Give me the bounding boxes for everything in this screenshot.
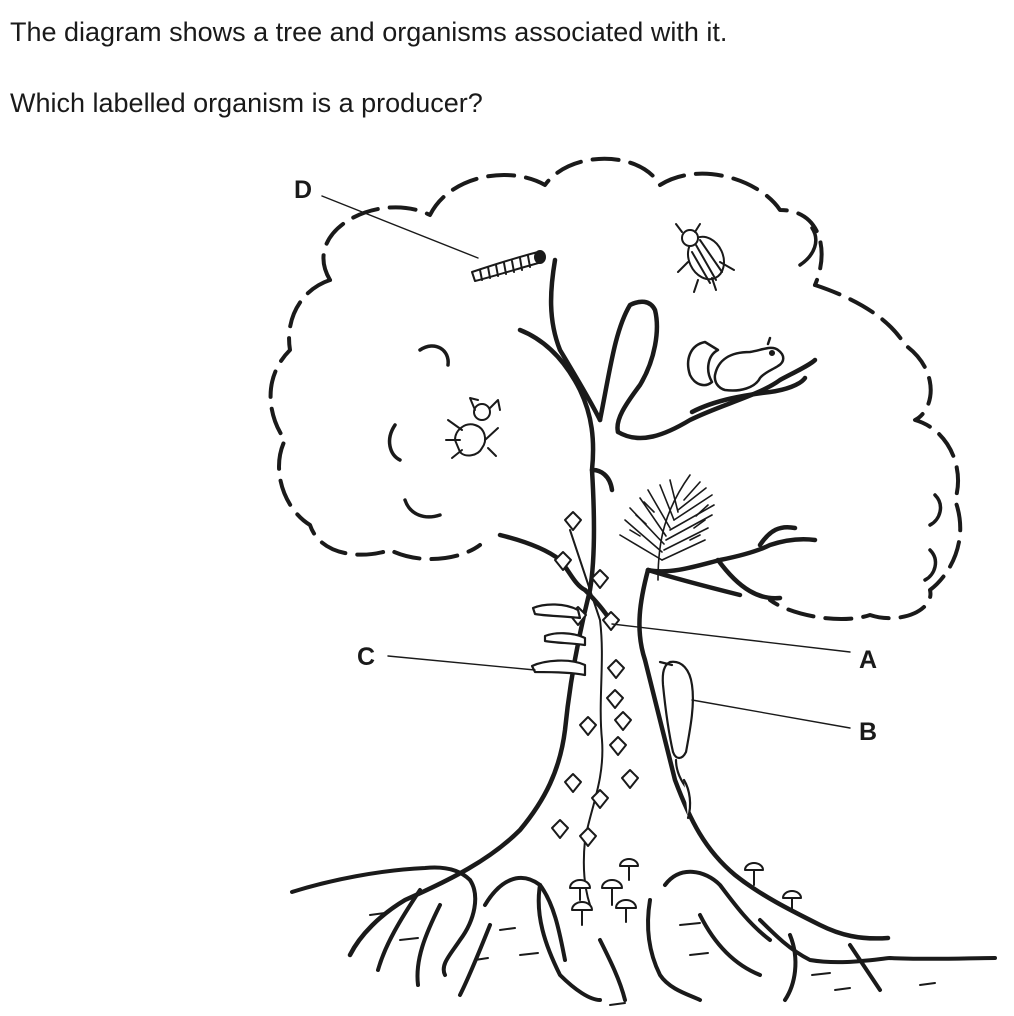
tree-branches (497, 257, 818, 623)
spider-icon (445, 397, 501, 459)
canopy-outline (268, 156, 963, 622)
roots-and-ground (290, 865, 997, 1002)
caterpillar-icon (471, 250, 546, 282)
bracket-fungus-icon (530, 603, 587, 677)
tree-diagram: D C A B (268, 156, 997, 1006)
squirrel-icon (686, 336, 785, 392)
mushroom-icon (569, 858, 802, 926)
label-leader-lines (321, 195, 851, 729)
label-d: D (294, 176, 312, 204)
ivy-icon (551, 511, 639, 906)
label-c: C (357, 643, 375, 671)
label-a: A (859, 646, 877, 674)
label-b: B (859, 718, 877, 746)
beetle-icon (675, 223, 735, 293)
